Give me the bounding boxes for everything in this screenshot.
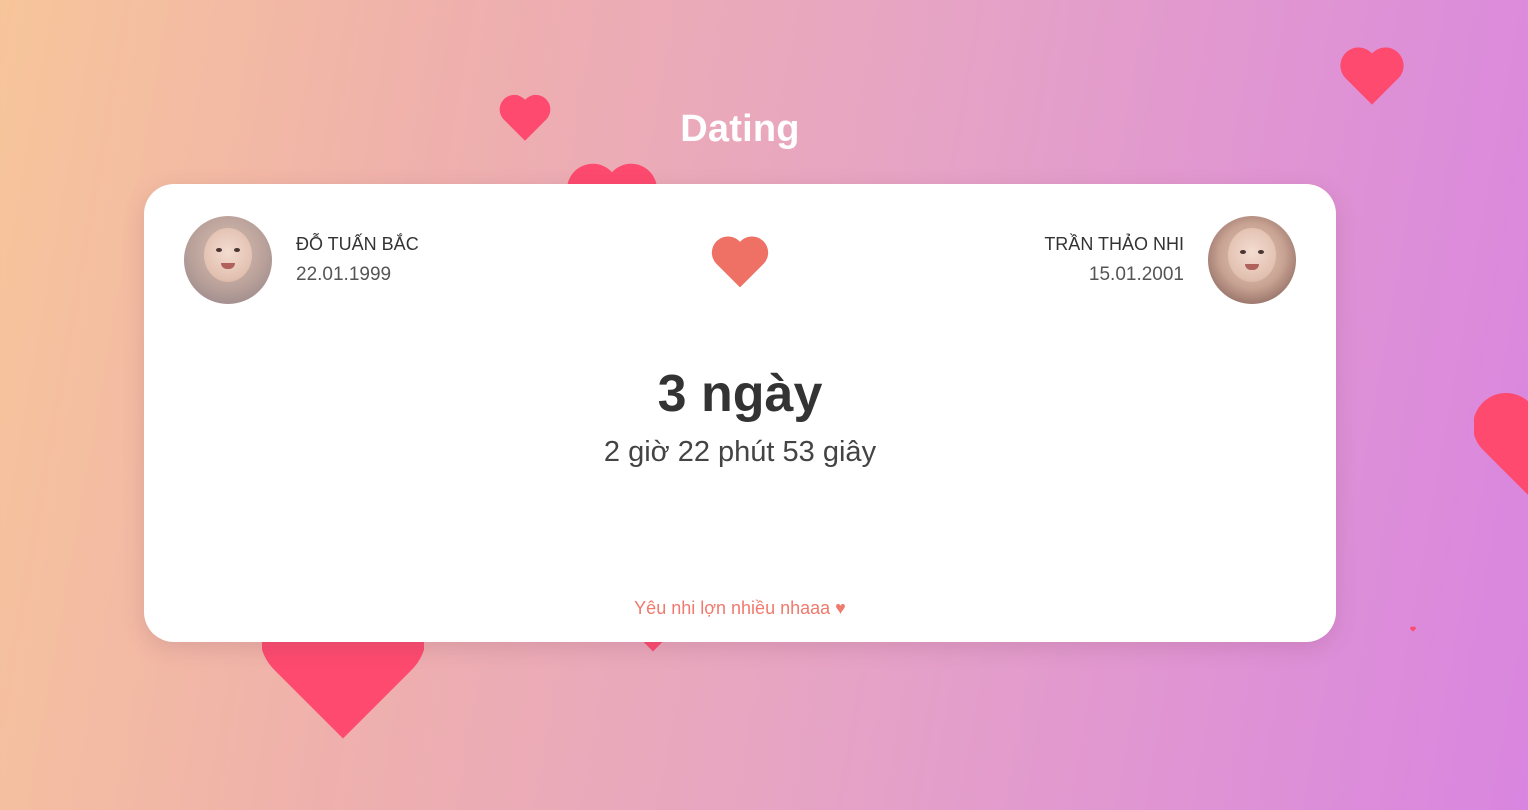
heart-icon xyxy=(711,236,769,288)
baby-photo-icon xyxy=(204,228,252,282)
floating-heart-icon xyxy=(1410,626,1416,632)
floating-heart-icon xyxy=(1340,47,1404,105)
floating-heart-icon xyxy=(1474,393,1528,495)
right-person-birthdate: 15.01.2001 xyxy=(1088,264,1184,285)
left-person-name: ĐỖ TUẤN BẮC xyxy=(296,234,419,254)
right-avatar xyxy=(1208,216,1296,304)
time-counter: 2 giờ 22 phút 53 giây xyxy=(603,436,877,468)
left-person-birthdate: 22.01.1999 xyxy=(296,264,392,285)
days-counter: 3 ngày xyxy=(657,365,823,423)
page-title: Dating xyxy=(680,108,800,150)
left-avatar xyxy=(184,216,272,304)
dating-card: ĐỖ TUẤN BẮC 22.01.1999 TRẦN THẢO NHI 15.… xyxy=(144,184,1336,642)
right-person-name: TRẦN THẢO NHI xyxy=(1044,234,1184,254)
baby-photo-icon xyxy=(1228,228,1276,282)
love-message: Yêu nhi lợn nhiều nhaaa ♥ xyxy=(634,598,846,618)
